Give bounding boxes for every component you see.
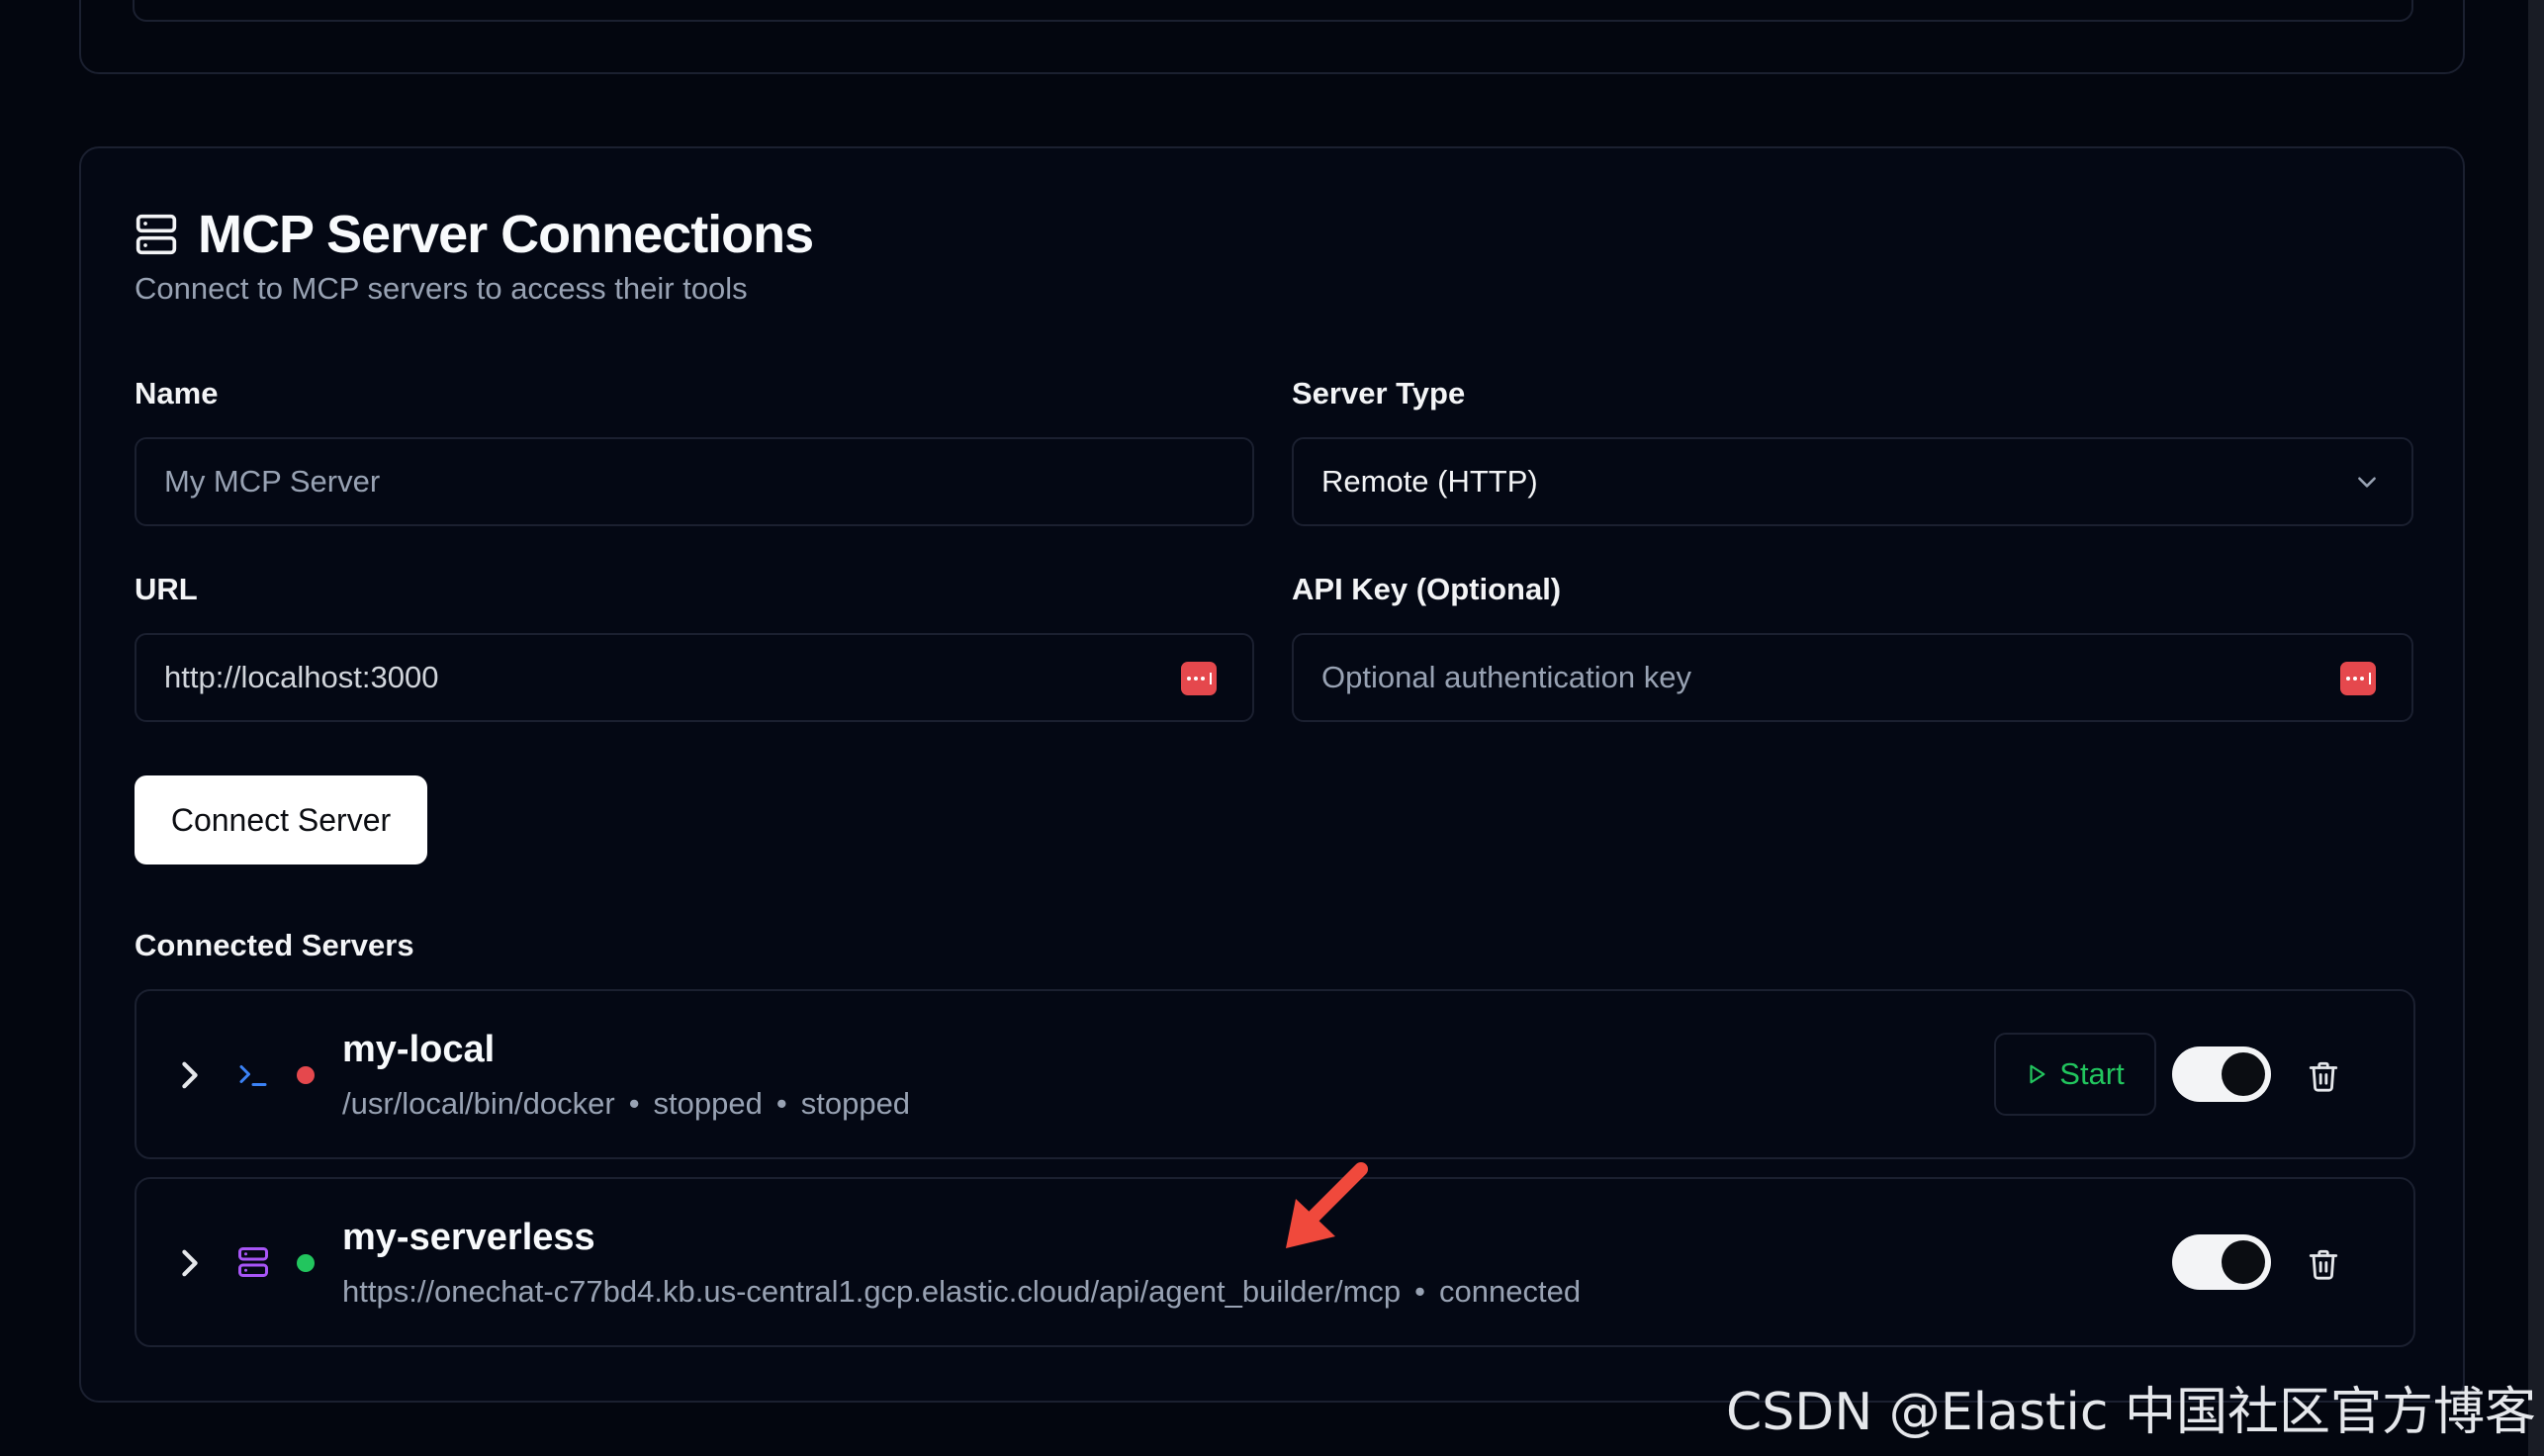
password-manager-icon[interactable] — [1181, 662, 1217, 695]
server-command: /usr/local/bin/docker — [342, 1086, 615, 1121]
name-input[interactable]: My MCP Server — [135, 437, 1254, 526]
card-header: MCP Server Connections — [135, 204, 814, 265]
server-url: https://onechat-c77bd4.kb.us-central1.gc… — [342, 1274, 1402, 1309]
server-row-my-local[interactable]: my-local /usr/local/bin/docker • stopped • s… — [135, 989, 2415, 1159]
server-icon — [238, 1247, 268, 1277]
play-icon — [2030, 1064, 2045, 1084]
toggle-knob — [2222, 1240, 2265, 1284]
status-dot-stopped — [297, 1066, 315, 1084]
connected-servers-label: Connected Servers — [135, 928, 414, 962]
trash-icon[interactable] — [2307, 1058, 2340, 1094]
card-subtitle: Connect to MCP servers to access their t… — [135, 271, 748, 306]
terminal-icon — [239, 1065, 267, 1086]
name-label: Name — [135, 376, 219, 410]
start-label: Start — [2059, 1056, 2125, 1091]
chevron-right-icon[interactable] — [178, 1248, 202, 1278]
api-key-placeholder: Optional authentication key — [1321, 660, 1691, 694]
name-input-placeholder: My MCP Server — [164, 464, 381, 499]
server-row-my-serverless[interactable]: my-serverless https://onechat-c77bd4.kb.… — [135, 1177, 2415, 1347]
chevron-down-icon — [2358, 477, 2376, 488]
server-type-select[interactable]: Remote (HTTP) — [1292, 437, 2413, 526]
server-type-value: Remote (HTTP) — [1321, 464, 1538, 499]
toggle-knob — [2222, 1052, 2265, 1096]
server-name: my-local — [342, 1029, 496, 1070]
previous-card — [79, 0, 2465, 74]
separator-dot: • — [628, 1086, 640, 1121]
server-status-secondary: stopped — [800, 1086, 911, 1121]
url-input-value: http://localhost:3000 — [164, 660, 439, 694]
server-name: my-serverless — [342, 1217, 595, 1258]
connect-server-button[interactable]: Connect Server — [135, 775, 427, 864]
status-dot-connected — [297, 1254, 315, 1272]
scrollbar-track[interactable] — [2528, 0, 2544, 1456]
password-manager-icon[interactable] — [2340, 662, 2376, 695]
api-key-input[interactable]: Optional authentication key — [1292, 633, 2413, 722]
server-type-label: Server Type — [1292, 376, 1466, 410]
separator-dot: • — [775, 1086, 787, 1121]
server-meta: https://onechat-c77bd4.kb.us-central1.gc… — [342, 1274, 1581, 1310]
server-status: stopped — [653, 1086, 763, 1121]
page: MCP Server Connections Connect to MCP se… — [0, 0, 2544, 1456]
url-input[interactable]: http://localhost:3000 — [135, 633, 1254, 722]
server-meta: /usr/local/bin/docker • stopped • stopped — [342, 1086, 910, 1122]
url-label: URL — [135, 572, 198, 606]
server-enabled-toggle[interactable] — [2172, 1234, 2271, 1290]
previous-card-field — [133, 0, 2413, 22]
watermark: CSDN @Elastic 中国社区官方博客 — [1725, 1383, 2536, 1442]
trash-icon[interactable] — [2307, 1246, 2340, 1282]
api-key-label: API Key (Optional) — [1292, 572, 1562, 606]
card-title: MCP Server Connections — [198, 205, 814, 264]
separator-dot: • — [1414, 1274, 1426, 1309]
server-icon — [136, 214, 177, 255]
server-enabled-toggle[interactable] — [2172, 1046, 2271, 1102]
start-server-button[interactable]: Start — [1994, 1033, 2156, 1116]
mcp-server-connections-card: MCP Server Connections Connect to MCP se… — [79, 146, 2465, 1403]
annotation-arrow-icon — [1286, 1162, 1368, 1248]
chevron-right-icon[interactable] — [178, 1060, 202, 1090]
server-status: connected — [1439, 1274, 1582, 1309]
